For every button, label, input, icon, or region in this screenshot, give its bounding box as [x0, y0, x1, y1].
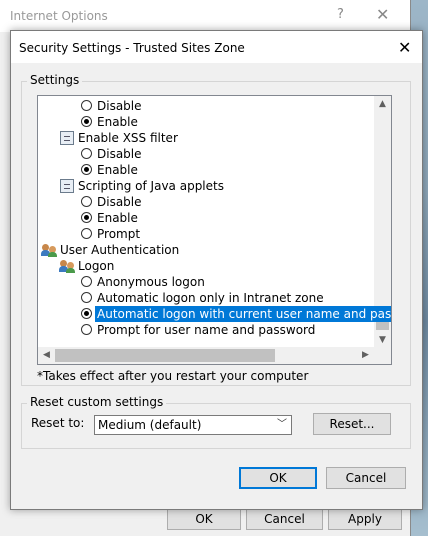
settings-list-icon [60, 179, 74, 193]
security-settings-dialog: Security Settings - Trusted Sites Zone ✕… [10, 30, 423, 510]
setting-option-label: Automatic logon with current user name a… [95, 306, 391, 322]
setting-option-label: Prompt for user name and password [97, 323, 316, 337]
setting-option-label: Disable [97, 195, 142, 209]
horizontal-scroll-thumb[interactable] [55, 349, 275, 362]
dialog-title-bar: Security Settings - Trusted Sites Zone ✕ [11, 31, 422, 63]
parent-cancel-button[interactable]: Cancel [246, 508, 323, 530]
scroll-left-icon[interactable]: ◀ [38, 347, 55, 364]
reset-to-label: Reset to: [31, 416, 85, 430]
radio-checked-icon[interactable] [81, 116, 92, 127]
setting-group-label: Logon [78, 259, 115, 273]
setting-option-label: Enable [97, 163, 138, 177]
radio-checked-icon[interactable] [81, 212, 92, 223]
radio-unchecked-icon[interactable] [81, 324, 92, 335]
setting-option-label: Prompt [97, 227, 141, 241]
users-icon [41, 243, 60, 257]
parent-window-title: Internet Options [10, 9, 108, 23]
help-icon[interactable]: ? [337, 7, 344, 22]
parent-close-icon[interactable]: ✕ [376, 5, 389, 24]
ok-button[interactable]: OK [239, 467, 317, 489]
radio-unchecked-icon[interactable] [81, 276, 92, 287]
reset-level-value: Medium (default) [98, 418, 202, 432]
settings-group-label: Settings [27, 73, 83, 87]
setting-category-label: Enable XSS filter [78, 131, 178, 145]
setting-option-label: Disable [97, 147, 142, 161]
scroll-right-icon[interactable]: ▶ [357, 347, 374, 364]
parent-title-bar: Internet Options ? ✕ [0, 0, 410, 32]
users-icon [59, 259, 78, 273]
setting-category-label: Scripting of Java applets [78, 179, 224, 193]
scroll-up-icon[interactable]: ▲ [374, 96, 391, 113]
setting-option-label: Disable [97, 99, 142, 113]
radio-checked-icon[interactable] [81, 164, 92, 175]
reset-group-label: Reset custom settings [27, 395, 167, 409]
horizontal-scrollbar[interactable]: ◀ ▶ [38, 347, 374, 364]
dialog-close-icon[interactable]: ✕ [398, 38, 411, 57]
radio-unchecked-icon[interactable] [81, 292, 92, 303]
dialog-title: Security Settings - Trusted Sites Zone [19, 41, 245, 55]
setting-option-label: Enable [97, 211, 138, 225]
radio-unchecked-icon[interactable] [81, 148, 92, 159]
settings-list-icon [60, 131, 74, 145]
radio-checked-icon[interactable] [81, 308, 92, 319]
setting-option-label: Automatic logon only in Intranet zone [97, 291, 324, 305]
restart-note: *Takes effect after you restart your com… [37, 369, 309, 383]
radio-unchecked-icon[interactable] [81, 228, 92, 239]
setting-group-label: User Authentication [60, 243, 180, 257]
radio-unchecked-icon[interactable] [81, 196, 92, 207]
reset-level-select[interactable]: Medium (default) ﹀ [94, 415, 292, 435]
chevron-down-icon: ﹀ [277, 419, 287, 430]
cancel-button[interactable]: Cancel [326, 467, 406, 489]
settings-tree[interactable]: ▲ ▼ ◀ ▶ Disable Enable Enable XSS filter Di… [37, 95, 392, 365]
setting-option-label: Enable [97, 115, 138, 129]
parent-apply-button[interactable]: Apply [328, 508, 402, 530]
scrollbar-corner [374, 347, 391, 364]
reset-button[interactable]: Reset... [313, 413, 391, 435]
setting-option-label: Anonymous logon [97, 275, 205, 289]
radio-unchecked-icon[interactable] [81, 100, 92, 111]
parent-ok-button[interactable]: OK [167, 508, 241, 530]
